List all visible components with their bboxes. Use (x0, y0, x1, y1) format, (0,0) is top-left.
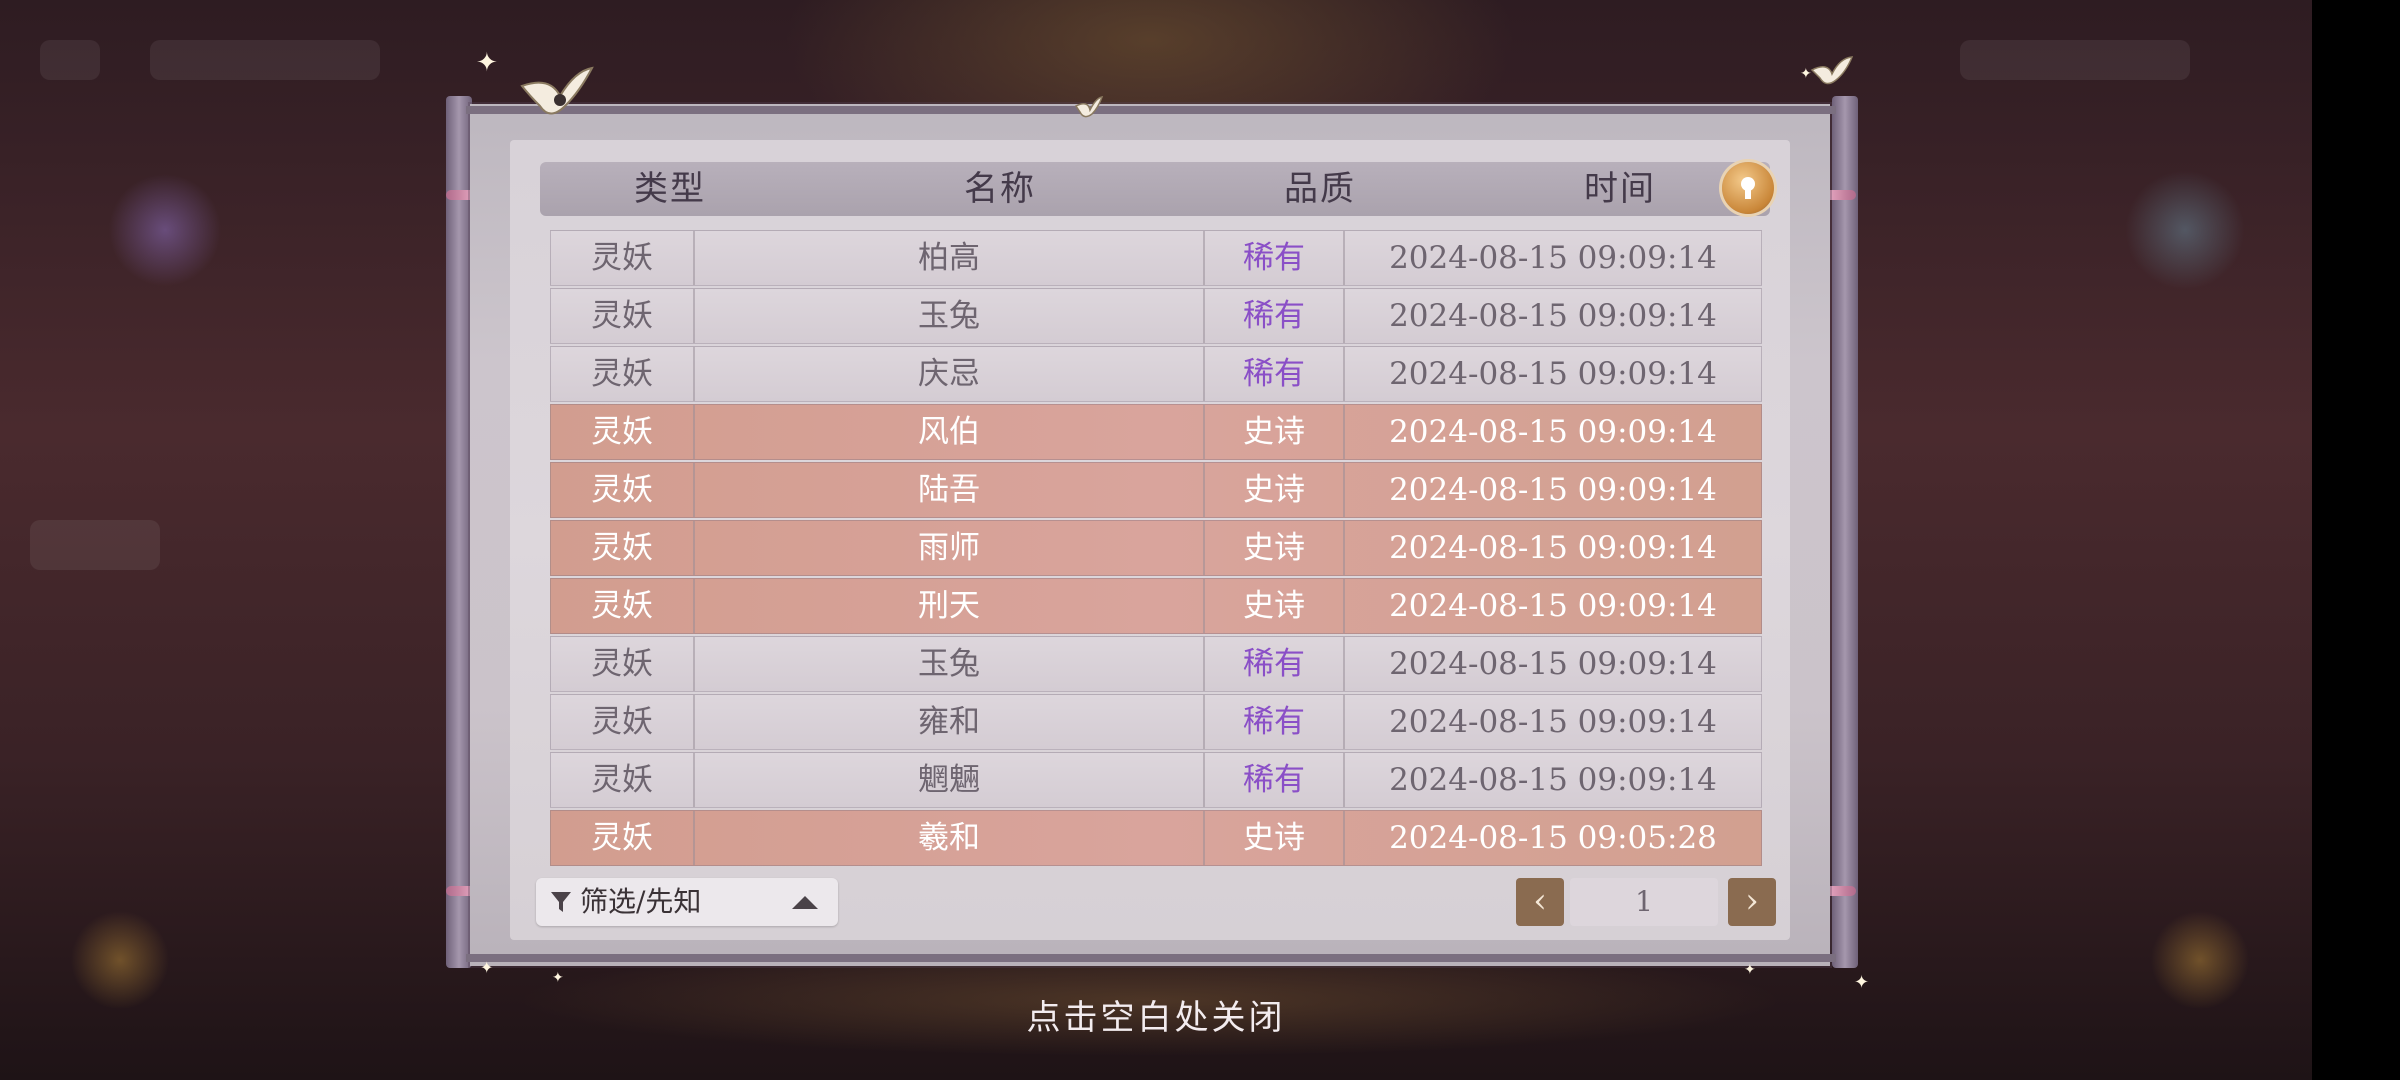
type-cell: 灵妖 (551, 753, 695, 807)
type-cell: 灵妖 (551, 231, 695, 285)
name-cell: 柏高 (695, 231, 1205, 285)
blurred-hud-item (1960, 40, 2190, 80)
table-row: 灵妖 陆吾 史诗 2024-08-15 09:09:14 (550, 462, 1762, 518)
table-row: 灵妖 庆忌 稀有 2024-08-15 09:09:14 (550, 346, 1762, 402)
time-cell: 2024-08-15 09:09:14 (1389, 588, 1717, 624)
header-type: 类型 (634, 169, 706, 209)
type-cell: 灵妖 (551, 637, 695, 691)
name-cell: 陆吾 (695, 463, 1205, 517)
name-cell: 玉兔 (695, 637, 1205, 691)
type-cell: 灵妖 (551, 521, 695, 575)
time-cell: 2024-08-15 09:09:14 (1389, 472, 1717, 508)
name-cell: 雨师 (695, 521, 1205, 575)
name-cell: 玉兔 (695, 289, 1205, 343)
time-cell: 2024-08-15 09:09:14 (1389, 704, 1717, 740)
quality-cell: 史诗 (1205, 463, 1345, 517)
name-cell: 雍和 (695, 695, 1205, 749)
table-row: 灵妖 雨师 史诗 2024-08-15 09:09:14 (550, 520, 1762, 576)
quality-cell: 稀有 (1205, 347, 1345, 401)
quality-cell: 史诗 (1205, 405, 1345, 459)
time-cell: 2024-08-15 09:09:14 (1389, 530, 1717, 566)
scroll-rod-left (446, 96, 472, 968)
chevron-up-icon (792, 896, 818, 909)
time-cell: 2024-08-15 09:09:14 (1389, 762, 1717, 798)
scroll-rod-right (1832, 96, 1858, 968)
swallow-icon (520, 66, 594, 115)
type-cell: 灵妖 (551, 463, 695, 517)
sparkle-icon: ✦ (480, 958, 494, 977)
table-row: 灵妖 羲和 史诗 2024-08-15 09:05:28 (550, 810, 1762, 866)
name-cell: 庆忌 (695, 347, 1205, 401)
table-row: 灵妖 魍魎 稀有 2024-08-15 09:09:14 (550, 752, 1762, 808)
sparkle-icon: ✦ (1854, 972, 1870, 993)
next-page-button[interactable]: › (1728, 878, 1776, 926)
time-cell: 2024-08-15 09:09:14 (1389, 646, 1717, 682)
name-cell: 魍魎 (695, 753, 1205, 807)
sparkle-icon: ✦ (476, 48, 498, 78)
quality-cell: 稀有 (1205, 753, 1345, 807)
time-cell: 2024-08-15 09:09:14 (1389, 356, 1717, 392)
name-cell: 羲和 (695, 811, 1205, 865)
filter-label: 筛选/先知 (580, 885, 702, 918)
sparkle-icon: ✦ (1744, 962, 1756, 978)
scroll-top-edge (466, 106, 1836, 114)
header-time: 时间 (1584, 169, 1656, 209)
sparkle-icon: ✦ (1800, 66, 1812, 82)
table-row: 灵妖 柏高 稀有 2024-08-15 09:09:14 (550, 230, 1762, 286)
blurred-hud-item (150, 40, 380, 80)
table-row: 灵妖 玉兔 稀有 2024-08-15 09:09:14 (550, 288, 1762, 344)
page-number: 1 (1570, 878, 1718, 926)
table-row: 灵妖 刑天 史诗 2024-08-15 09:09:14 (550, 578, 1762, 634)
type-cell: 灵妖 (551, 579, 695, 633)
table-row: 灵妖 风伯 史诗 2024-08-15 09:09:14 (550, 404, 1762, 460)
record-table: 灵妖 柏高 稀有 2024-08-15 09:09:14 灵妖 玉兔 稀有 2024-08-1… (550, 230, 1762, 868)
time-cell: 2024-08-15 09:09:14 (1389, 240, 1717, 276)
name-cell: 刑天 (695, 579, 1205, 633)
filter-dropdown[interactable]: 筛选/先知 (536, 878, 838, 926)
type-cell: 灵妖 (551, 289, 695, 343)
quality-cell: 史诗 (1205, 521, 1345, 575)
time-cell: 2024-08-15 09:09:14 (1389, 298, 1717, 334)
close-hint[interactable]: 点击空白处关闭 (1000, 990, 1312, 1039)
table-header: 类型 名称 品质 时间 (540, 162, 1770, 216)
quality-cell: 稀有 (1205, 637, 1345, 691)
blurred-hud-item (40, 40, 100, 80)
sparkle-icon: ✦ (552, 970, 564, 986)
table-row: 灵妖 雍和 稀有 2024-08-15 09:09:14 (550, 694, 1762, 750)
type-cell: 灵妖 (551, 695, 695, 749)
filter-icon (551, 892, 571, 912)
quality-cell: 稀有 (1205, 289, 1345, 343)
type-cell: 灵妖 (551, 347, 695, 401)
quality-cell: 史诗 (1205, 579, 1345, 633)
table-row: 灵妖 玉兔 稀有 2024-08-15 09:09:14 (550, 636, 1762, 692)
scroll-bottom-edge (466, 954, 1836, 962)
quality-cell: 史诗 (1205, 811, 1345, 865)
lightbulb-icon[interactable] (1722, 162, 1774, 214)
quality-cell: 稀有 (1205, 231, 1345, 285)
time-cell: 2024-08-15 09:09:14 (1389, 414, 1717, 450)
screen-edge (2312, 0, 2400, 1080)
name-cell: 风伯 (695, 405, 1205, 459)
swallow-icon (1074, 96, 1104, 118)
header-quality: 品质 (1284, 169, 1356, 209)
prev-page-button[interactable]: ‹ (1516, 878, 1564, 926)
swallow-icon (1810, 56, 1854, 85)
header-name: 名称 (964, 169, 1036, 209)
type-cell: 灵妖 (551, 405, 695, 459)
time-cell: 2024-08-15 09:05:28 (1389, 820, 1717, 856)
quality-cell: 稀有 (1205, 695, 1345, 749)
blurred-hud-item (30, 520, 160, 570)
type-cell: 灵妖 (551, 811, 695, 865)
